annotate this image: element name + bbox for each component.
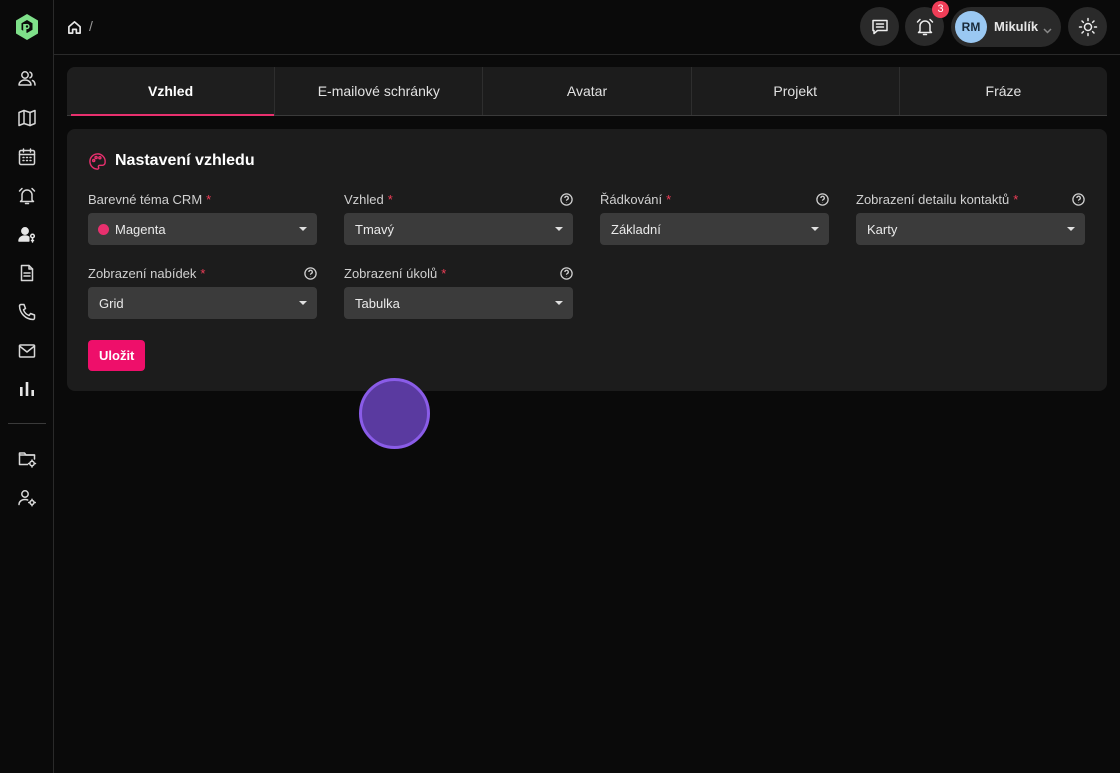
required-marker: * <box>200 265 206 281</box>
required-marker: * <box>441 265 447 281</box>
color-theme-select[interactable]: Magenta <box>88 213 317 245</box>
select-value: Karty <box>867 221 898 237</box>
theme-toggle-button[interactable] <box>1068 7 1107 46</box>
messages-button[interactable] <box>860 7 899 46</box>
required-marker: * <box>206 191 212 207</box>
sidebar-item-calendar-icon[interactable] <box>17 147 37 167</box>
field-label: Zobrazení detailu kontaktů <box>856 191 1010 207</box>
save-button[interactable]: Uložit <box>88 340 146 371</box>
help-icon[interactable] <box>816 193 829 206</box>
contact-detail-view-select[interactable]: Karty <box>856 213 1085 245</box>
sidebar-item-user-settings-icon[interactable] <box>17 488 37 508</box>
sidebar-item-map-icon[interactable] <box>17 108 37 128</box>
caret-down-icon <box>299 227 307 231</box>
sidebar-divider <box>8 423 46 424</box>
notification-badge: 3 <box>932 1 949 18</box>
app-logo-icon[interactable] <box>14 13 40 41</box>
color-swatch <box>98 223 109 235</box>
select-value: Magenta <box>115 221 166 237</box>
field-label: Barevné téma CRM <box>88 191 203 207</box>
topbar: / 3 RM Mikulík <box>54 0 1120 55</box>
tab-mailboxes[interactable]: E-mailové schránky <box>275 67 484 115</box>
field-appearance: Vzhled * Tmavý <box>344 191 573 245</box>
appearance-settings-card: Nastavení vzhledu Barevné téma CRM * Mage… <box>67 129 1107 391</box>
field-label: Zobrazení nabídek <box>88 265 197 281</box>
cursor-indicator <box>359 378 430 449</box>
settings-tabs: Vzhled E-mailové schránky Avatar Projekt… <box>67 67 1107 116</box>
chevron-down-icon <box>1043 22 1052 34</box>
offers-view-select[interactable]: Grid <box>88 287 317 319</box>
required-marker: * <box>1013 191 1019 207</box>
sidebar-item-user-assign-icon[interactable] <box>17 225 37 245</box>
sun-icon <box>1078 17 1097 36</box>
card-title-text: Nastavení vzhledu <box>115 152 255 169</box>
palette-icon <box>89 152 106 170</box>
sidebar-item-document-icon[interactable] <box>17 263 37 283</box>
sidebar-item-alarm-icon[interactable] <box>17 186 37 206</box>
sidebar-item-folder-settings-icon[interactable] <box>17 449 37 469</box>
sidebar <box>0 0 54 773</box>
caret-down-icon <box>811 227 819 231</box>
field-color-theme: Barevné téma CRM * Magenta <box>88 191 317 245</box>
card-title: Nastavení vzhledu <box>88 151 255 171</box>
field-contact-detail-view: Zobrazení detailu kontaktů * Karty <box>856 191 1085 245</box>
select-value: Tabulka <box>355 295 400 311</box>
field-label: Zobrazení úkolů <box>344 265 438 281</box>
spacing-select[interactable]: Základní <box>600 213 829 245</box>
select-value: Tmavý <box>355 221 394 237</box>
tab-project[interactable]: Projekt <box>692 67 900 115</box>
caret-down-icon <box>555 301 563 305</box>
caret-down-icon <box>299 301 307 305</box>
sidebar-item-phone-icon[interactable] <box>17 302 37 322</box>
tab-appearance[interactable]: Vzhled <box>67 67 276 116</box>
select-value: Grid <box>99 295 124 311</box>
field-label: Vzhled <box>344 191 384 207</box>
tab-phrases[interactable]: Fráze <box>900 67 1107 115</box>
required-marker: * <box>666 191 672 207</box>
sidebar-item-mail-icon[interactable] <box>17 341 37 361</box>
help-icon[interactable] <box>304 267 317 280</box>
tasks-view-select[interactable]: Tabulka <box>344 287 573 319</box>
breadcrumb-separator: / <box>89 18 93 34</box>
help-icon[interactable] <box>560 193 573 206</box>
chat-icon <box>871 19 888 34</box>
caret-down-icon <box>555 227 563 231</box>
field-offers-view: Zobrazení nabídek * Grid <box>88 265 317 319</box>
help-icon[interactable] <box>1072 193 1085 206</box>
home-icon[interactable] <box>67 20 83 36</box>
tab-avatar[interactable]: Avatar <box>483 67 692 115</box>
user-menu-button[interactable]: RM Mikulík <box>951 7 1061 47</box>
help-icon[interactable] <box>560 267 573 280</box>
field-label: Řádkování <box>600 191 663 207</box>
notifications-button[interactable]: 3 <box>905 1 949 46</box>
sidebar-item-contacts-icon[interactable] <box>17 69 37 89</box>
select-value: Základní <box>611 221 661 237</box>
user-name: Mikulík <box>994 19 1039 34</box>
required-marker: * <box>387 191 393 207</box>
field-tasks-view: Zobrazení úkolů * Tabulka <box>344 265 573 319</box>
field-spacing: Řádkování * Základní <box>600 191 829 245</box>
avatar: RM <box>955 11 987 43</box>
appearance-select[interactable]: Tmavý <box>344 213 573 245</box>
caret-down-icon <box>1067 227 1075 231</box>
sidebar-item-stats-icon[interactable] <box>17 379 37 399</box>
bell-icon <box>916 18 933 35</box>
